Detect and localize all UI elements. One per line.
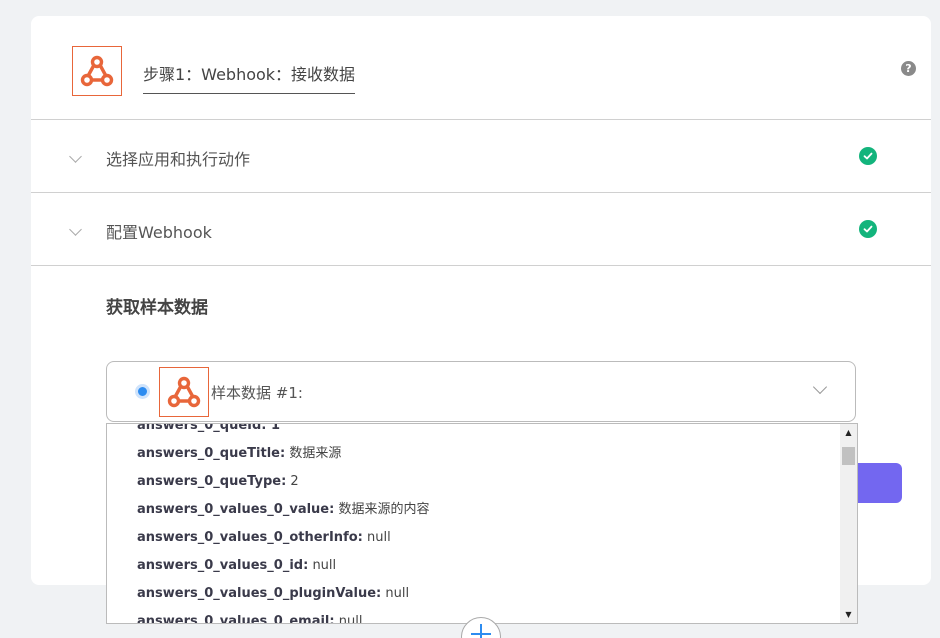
section-label: 选择应用和执行动作 xyxy=(106,150,251,169)
sample-select[interactable]: 样本数据 #1: xyxy=(106,361,856,422)
step-title[interactable]: 步骤1：Webhook：接收数据 xyxy=(143,61,356,94)
radio-selected[interactable] xyxy=(135,384,150,399)
section-configure-webhook[interactable]: 配置Webhook xyxy=(31,193,931,266)
select-label: 样本数据 #1: xyxy=(211,384,303,402)
scrollbar-thumb[interactable] xyxy=(842,447,855,465)
sample-data-heading: 获取样本数据 xyxy=(106,298,208,318)
check-circle-icon xyxy=(859,220,877,238)
chevron-down-icon xyxy=(69,150,82,163)
continue-button[interactable] xyxy=(858,463,902,503)
list-item[interactable]: answers_0_values_0_otherInfo: null xyxy=(107,524,841,552)
list-item[interactable]: answers_0_values_0_pluginValue: null xyxy=(107,580,841,608)
dropdown-list: answers_0_queId: 1 answers_0_queTitle: 数… xyxy=(107,424,841,623)
list-item[interactable]: answers_0_queId: 1 xyxy=(107,424,841,440)
sample-dropdown[interactable]: answers_0_queId: 1 answers_0_queTitle: 数… xyxy=(106,423,858,624)
webhook-app-icon xyxy=(159,367,209,417)
list-item[interactable]: answers_0_values_0_id: null xyxy=(107,552,841,580)
webhook-app-icon xyxy=(72,46,122,96)
webhook-icon xyxy=(80,55,114,87)
list-item[interactable]: answers_0_values_0_value: 数据来源的内容 xyxy=(107,496,841,524)
webhook-icon xyxy=(167,376,201,408)
section-label: 配置Webhook xyxy=(106,223,212,242)
chevron-down-icon[interactable] xyxy=(812,379,828,395)
scrollbar[interactable]: ▲ ▼ xyxy=(840,424,857,623)
scroll-up-arrow-icon[interactable]: ▲ xyxy=(840,424,857,441)
scroll-down-arrow-icon[interactable]: ▼ xyxy=(840,606,857,623)
help-icon[interactable]: ? xyxy=(901,61,916,76)
section-select-app[interactable]: 选择应用和执行动作 xyxy=(31,120,931,193)
list-item[interactable]: answers_0_queTitle: 数据来源 xyxy=(107,440,841,468)
check-circle-icon xyxy=(859,147,877,165)
chevron-down-icon xyxy=(69,223,82,236)
list-item[interactable]: answers_0_queType: 2 xyxy=(107,468,841,496)
step-header: 步骤1：Webhook：接收数据 ? xyxy=(31,16,931,120)
